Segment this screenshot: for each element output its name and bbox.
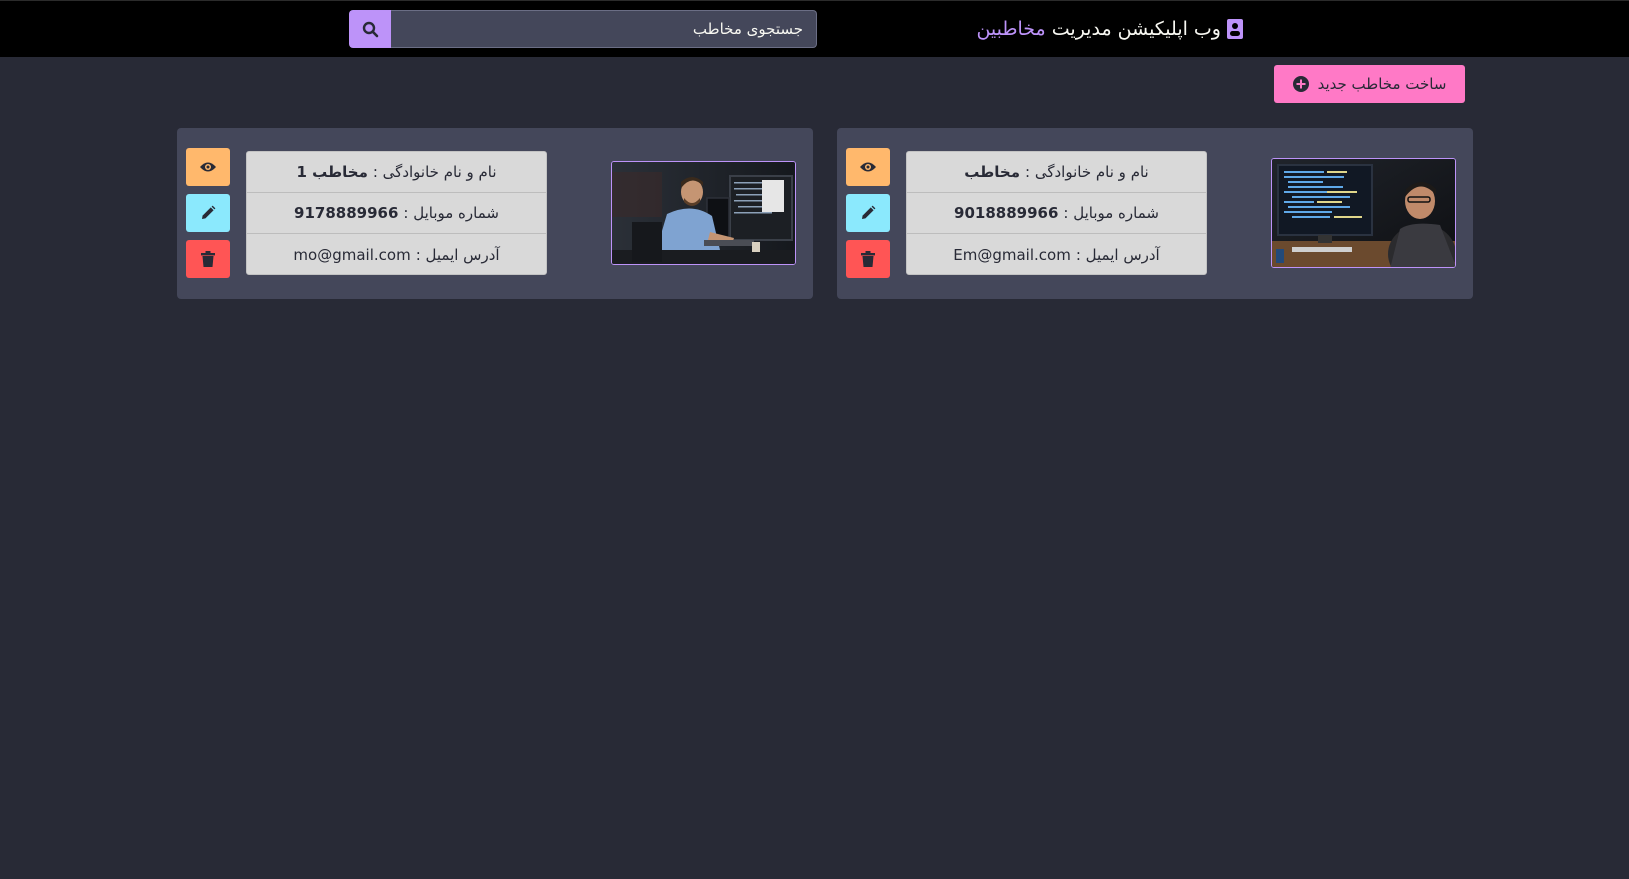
view-contact-button[interactable] [846, 148, 890, 186]
contact-name-row: نام و نام خانوادگی : مخاطب [907, 152, 1206, 193]
edit-contact-button[interactable] [846, 194, 890, 232]
search-input[interactable] [391, 10, 817, 48]
contact-email: mo@gmail.com [293, 245, 411, 264]
trash-icon [861, 251, 875, 267]
trash-icon [201, 251, 215, 267]
contact-mobile-row: شماره موبایل : 9178889966 [247, 193, 546, 234]
contact-photo [611, 161, 796, 265]
contact-mobile-row: شماره موبایل : 9018889966 [907, 193, 1206, 234]
contact-card: نام و نام خانوادگی : مخاطب شماره موبایل … [837, 128, 1473, 299]
contact-mobile: 9018889966 [954, 204, 1059, 222]
pencil-icon [862, 205, 876, 219]
brand-title-accent: مخاطبین [976, 18, 1046, 40]
search-button[interactable] [349, 10, 391, 48]
contact-name: مخاطب 1 [296, 163, 368, 181]
plus-circle-icon [1292, 76, 1309, 92]
view-contact-button[interactable] [186, 148, 230, 186]
contact-email-row: آدرس ایمیل : Em@gmail.com [907, 234, 1206, 275]
eye-icon [200, 162, 216, 172]
contact-mobile-label: شماره موبایل : [1063, 204, 1159, 222]
contact-photo [1271, 158, 1456, 268]
developer-office-photo [612, 162, 795, 264]
app-brand: وب اپلیکیشن مدیریت مخاطبین [976, 15, 1243, 43]
pencil-icon [202, 205, 216, 219]
contact-email: Em@gmail.com [953, 245, 1071, 264]
contact-name-row: نام و نام خانوادگی : مخاطب 1 [247, 152, 546, 193]
contact-card: نام و نام خانوادگی : مخاطب 1 شماره موبای… [177, 128, 813, 299]
search-icon [362, 21, 378, 37]
delete-contact-button[interactable] [186, 240, 230, 278]
contact-email-label: آدرس ایمیل : [1075, 245, 1160, 264]
contact-name: مخاطب [964, 163, 1021, 181]
navbar: وب اپلیکیشن مدیریت مخاطبین [0, 0, 1629, 57]
contact-mobile: 9178889966 [294, 204, 399, 222]
contact-email-label: آدرس ایمیل : [415, 245, 500, 264]
contact-name-label: نام و نام خانوادگی : [1025, 163, 1149, 181]
new-contact-button[interactable]: ساخت مخاطب جدید [1274, 65, 1465, 103]
contact-info: نام و نام خانوادگی : مخاطب شماره موبایل … [906, 151, 1207, 275]
contact-name-label: نام و نام خانوادگی : [372, 163, 497, 181]
brand-title: وب اپلیکیشن مدیریت [1051, 18, 1221, 40]
eye-icon [860, 162, 876, 172]
contact-actions [846, 148, 890, 286]
contact-mobile-label: شماره موبایل : [403, 204, 499, 222]
address-card-icon [1227, 19, 1243, 39]
new-contact-label: ساخت مخاطب جدید [1317, 75, 1447, 93]
developer-monitor-code-photo [1272, 159, 1455, 267]
contact-email-row: آدرس ایمیل : mo@gmail.com [247, 234, 546, 275]
delete-contact-button[interactable] [846, 240, 890, 278]
contact-info: نام و نام خانوادگی : مخاطب 1 شماره موبای… [246, 151, 547, 275]
edit-contact-button[interactable] [186, 194, 230, 232]
search-bar [349, 10, 817, 48]
contact-actions [186, 148, 230, 286]
